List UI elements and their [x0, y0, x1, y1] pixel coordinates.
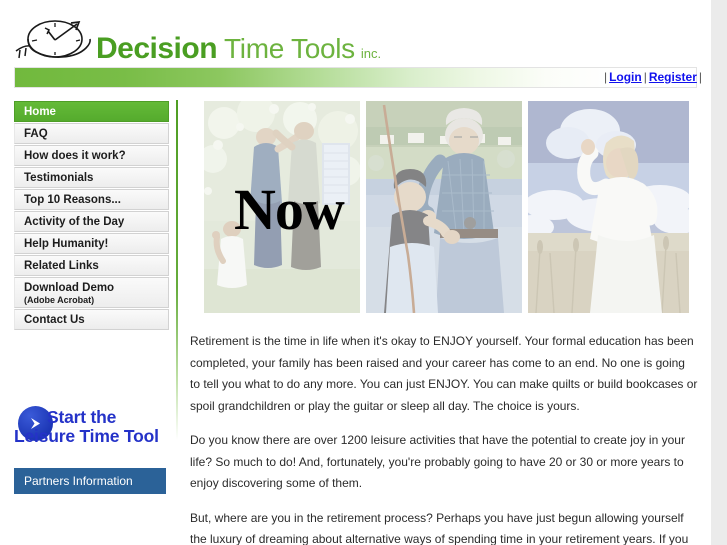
sidebar-item-label: Testimonials [24, 172, 94, 184]
sidebar-item-help-humanity[interactable]: Help Humanity! [14, 233, 169, 254]
sidebar-divider [176, 100, 178, 440]
brand-name-light: Time Tools [224, 33, 355, 64]
sidebar-item-download-demo[interactable]: Download Demo (Adobe Acrobat) [14, 277, 169, 308]
hero-banner: Now [204, 101, 689, 313]
partners-information-label: Partners Information [24, 474, 133, 488]
page-container: Decision Time Tools inc. | Login | Register | … [0, 0, 711, 545]
header-accent-bar [14, 67, 697, 88]
sidebar-item-label: Top 10 Reasons... [24, 194, 121, 206]
site-header: Decision Time Tools inc. | Login | Register | [0, 0, 711, 93]
sidebar-item-related-links[interactable]: Related Links [14, 255, 169, 276]
brand-wordmark: Decision Time Tools inc. [96, 34, 381, 64]
sketched-clock-icon [14, 14, 100, 62]
sidebar-item-label: Download Demo [24, 282, 115, 294]
sidebar-item-home[interactable]: Home [14, 101, 169, 122]
register-link[interactable]: Register [649, 70, 697, 84]
sidebar-nav: Home FAQ How does it work? Testimonials … [14, 101, 169, 331]
sidebar-item-sublabel: (Adobe Acrobat) [24, 295, 95, 305]
start-tool-line2: Leisure Time Tool [14, 426, 159, 446]
paragraph-2: Do you know there are over 1200 leisure … [190, 433, 685, 490]
separator-3: | [698, 70, 702, 84]
hero-image-fishing [366, 101, 522, 313]
sidebar-item-contact-us[interactable]: Contact Us [14, 309, 169, 330]
sidebar-item-label: Contact Us [24, 314, 85, 326]
sidebar-item-label: Activity of the Day [24, 216, 125, 228]
login-link[interactable]: Login [609, 70, 642, 84]
hero-image-overlay [528, 101, 689, 313]
brand-suffix: inc. [360, 46, 382, 61]
sidebar-item-how-does-it-work[interactable]: How does it work? [14, 145, 169, 166]
sidebar-item-label: Related Links [24, 260, 99, 272]
hero-headline: Now [234, 177, 345, 242]
sidebar-item-label: Home [24, 106, 56, 118]
paragraph-3: But, where are you in the retirement pro… [190, 510, 689, 545]
hero-image-overlay [366, 101, 522, 313]
sidebar-item-label: How does it work? [24, 150, 126, 162]
sidebar-item-testimonials[interactable]: Testimonials [14, 167, 169, 188]
paragraph-1: Retirement is the time in life when it's… [190, 334, 698, 413]
brand-name-bold: Decision [96, 32, 218, 65]
separator-1: | [603, 70, 608, 84]
sidebar-item-label: FAQ [24, 128, 48, 140]
auth-links: | Login | Register | [602, 70, 704, 85]
partners-information-button[interactable]: Partners Information [14, 468, 166, 494]
sidebar-item-faq[interactable]: FAQ [14, 123, 169, 144]
sidebar-item-activity-of-the-day[interactable]: Activity of the Day [14, 211, 169, 232]
sidebar-item-top-10-reasons[interactable]: Top 10 Reasons... [14, 189, 169, 210]
sidebar-item-label: Help Humanity! [24, 238, 109, 250]
main-content: Retirement is the time in life when it's… [190, 331, 698, 545]
start-tool-label: Start the Leisure Time Tool [14, 407, 207, 446]
start-tool-line1: Start the [47, 407, 117, 427]
separator-2: | [643, 70, 647, 84]
hero-image-woman-in-field [528, 101, 689, 313]
